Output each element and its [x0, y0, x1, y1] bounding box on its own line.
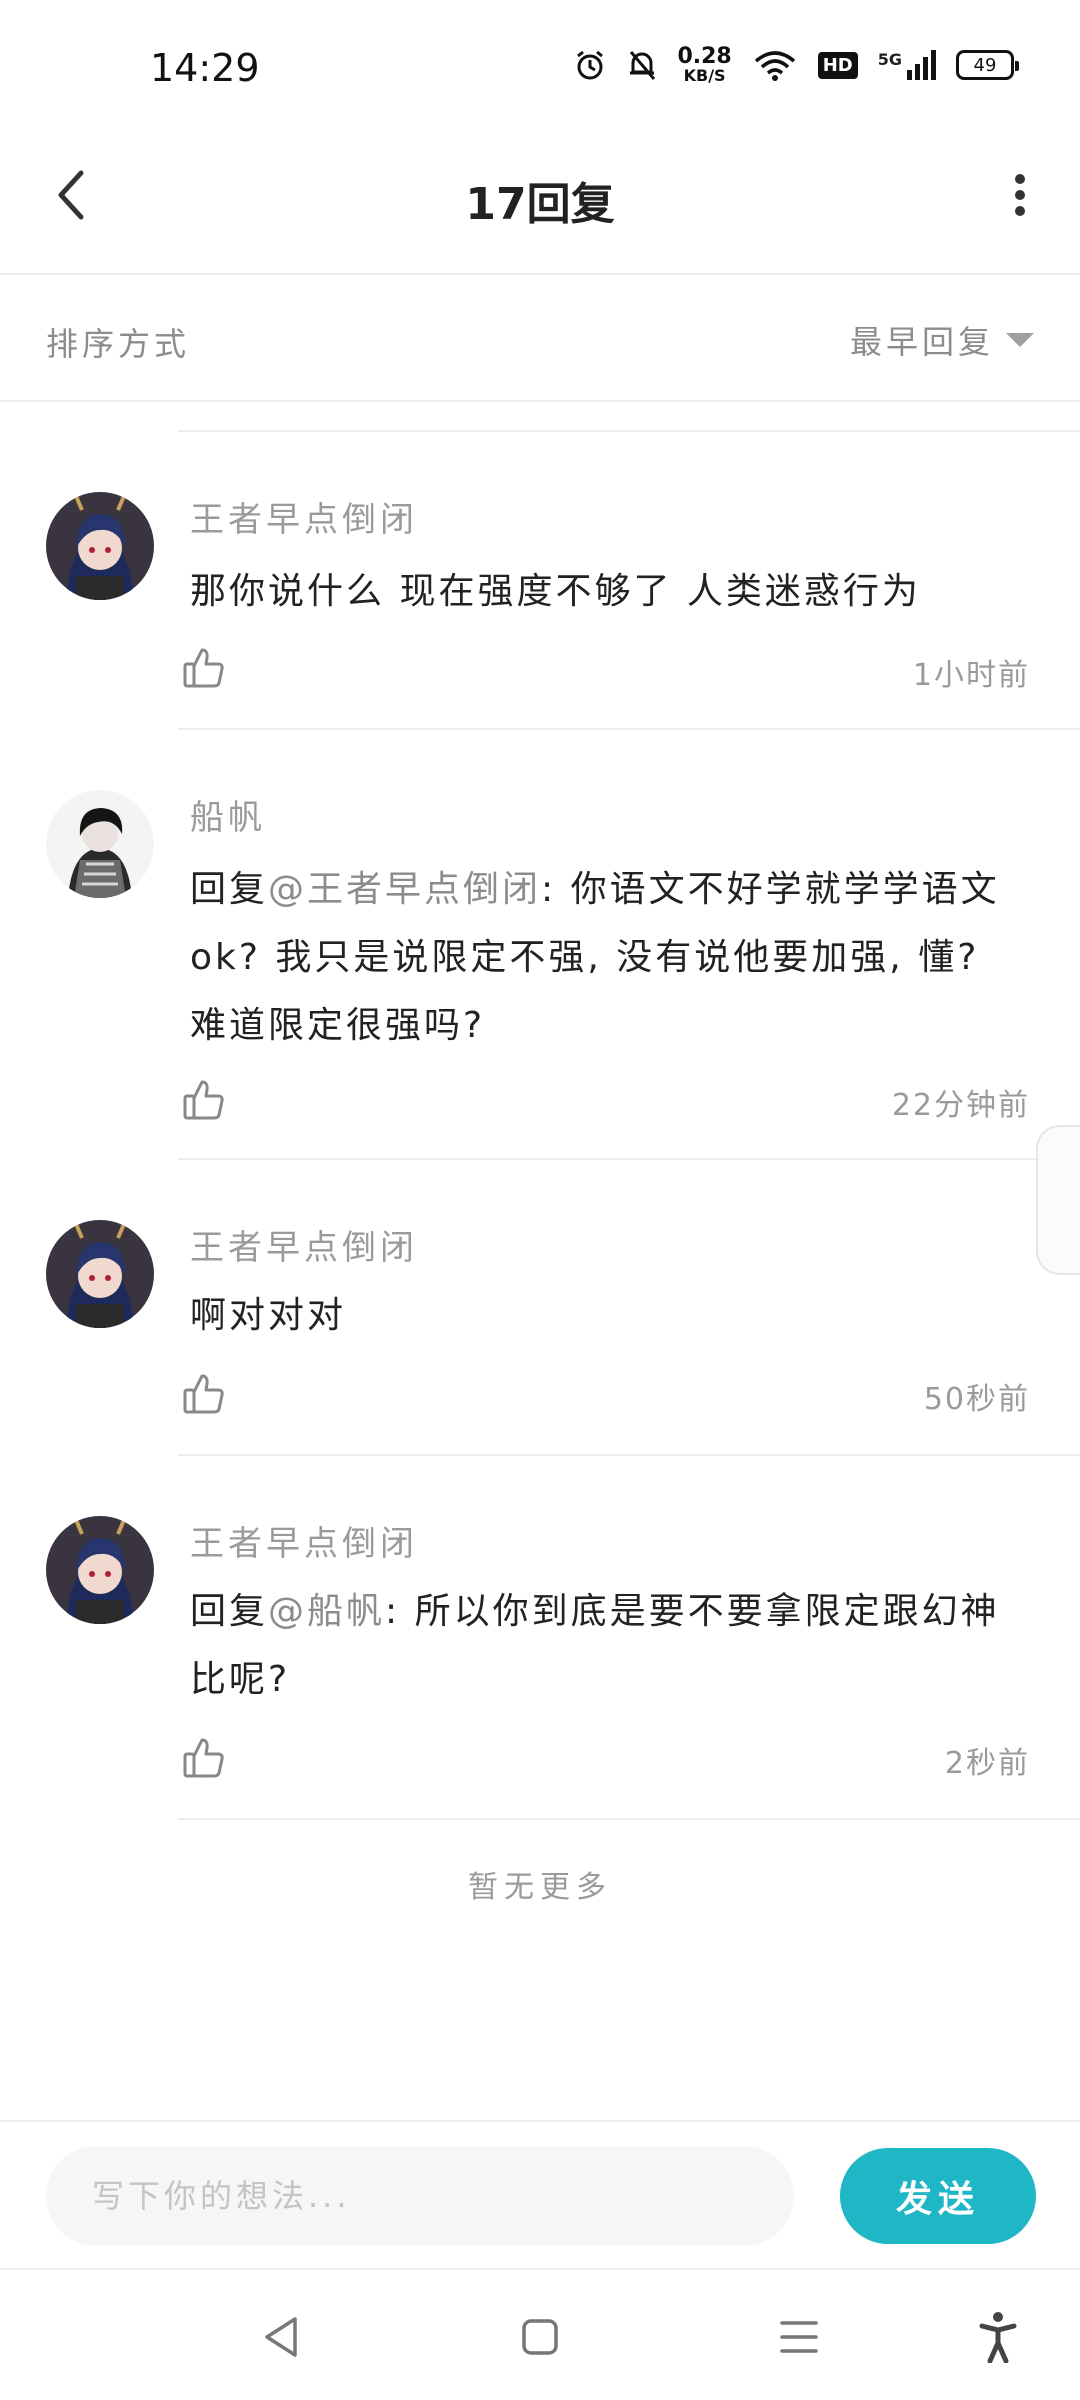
- page-title: 17回复: [465, 179, 615, 230]
- accessibility-icon: [979, 2312, 1017, 2363]
- alarm-icon: [573, 48, 607, 82]
- sort-dropdown[interactable]: 最早回复: [850, 317, 1034, 363]
- comment-text: 那你说什么 现在强度不够了 人类迷惑行为: [190, 558, 1030, 626]
- reply-prefix: 回复: [190, 869, 269, 910]
- comment-text: 回复@船帆: 所以你到底是要不要拿限定跟幻神比呢?: [190, 1578, 1030, 1714]
- comment-text: 啊对对对: [190, 1282, 1030, 1350]
- signal-5g-icon: 5G: [878, 50, 936, 80]
- battery-level: 49: [973, 54, 997, 76]
- more-vertical-icon: [1015, 174, 1025, 216]
- thumbs-up-icon: [183, 648, 224, 688]
- mention-link[interactable]: @王者早点倒闭: [268, 869, 541, 910]
- comment-username[interactable]: 王者早点倒闭: [190, 1516, 418, 1565]
- battery-icon: 49: [956, 50, 1019, 80]
- title-bar: 17回复: [0, 130, 1080, 275]
- status-bar: 14:29 0.28 KB/S HD 5G 49: [0, 0, 1080, 130]
- net-speed-value: 0.28: [677, 44, 732, 69]
- like-button[interactable]: [182, 1736, 230, 1784]
- nav-home-button[interactable]: [505, 2302, 575, 2372]
- no-more-text: 暂无更多: [468, 1870, 612, 1905]
- comment-body: 那你说什么 现在强度不够了 人类迷惑行为: [190, 571, 921, 612]
- status-icons: 0.28 KB/S HD 5G 49: [573, 46, 1019, 84]
- nav-back-button[interactable]: [246, 2302, 316, 2372]
- send-button[interactable]: 发送: [840, 2148, 1036, 2244]
- dropdown-triangle-icon: [1006, 333, 1034, 347]
- thumbs-up-icon: [183, 1080, 224, 1120]
- reply-prefix: 回复: [190, 1591, 269, 1632]
- comment-item: 王者早点倒闭 啊对对对 50秒前: [0, 1158, 1080, 1456]
- menu-lines-icon: [780, 2321, 818, 2353]
- comment-time: 1小时前: [912, 658, 1030, 693]
- comment-time: 22分钟前: [891, 1088, 1030, 1123]
- system-nav-bar: [0, 2272, 1080, 2400]
- hd-badge: HD: [817, 51, 858, 79]
- thumbs-up-icon: [183, 1738, 224, 1778]
- like-button[interactable]: [182, 646, 230, 694]
- mention-link[interactable]: @船帆: [268, 1591, 385, 1632]
- avatar[interactable]: [46, 492, 154, 600]
- triangle-back-icon: [265, 2317, 297, 2357]
- comment-item: 王者早点倒闭 回复@船帆: 所以你到底是要不要拿限定跟幻神比呢? 2秒前: [0, 1454, 1080, 1820]
- status-time: 14:29: [150, 46, 260, 90]
- sort-bar: 排序方式 最早回复: [0, 277, 1080, 402]
- comment-username[interactable]: 王者早点倒闭: [190, 1220, 418, 1269]
- like-button[interactable]: [182, 1078, 230, 1126]
- nav-accessibility-button[interactable]: [963, 2302, 1033, 2372]
- more-options-button[interactable]: [990, 160, 1050, 230]
- comment-item: 船帆 回复@王者早点倒闭: 你语文不好学就学学语文ok? 我只是说限定不强, 没…: [0, 728, 1080, 1160]
- square-home-icon: [522, 2319, 558, 2355]
- avatar[interactable]: [46, 790, 154, 898]
- comment-username[interactable]: 王者早点倒闭: [190, 492, 418, 541]
- comment-input[interactable]: [46, 2146, 794, 2246]
- thumbs-up-icon: [183, 1374, 224, 1414]
- comment-input-bar: 发送: [0, 2120, 1080, 2270]
- wifi-icon: [752, 49, 798, 81]
- avatar[interactable]: [46, 1220, 154, 1328]
- comment-username[interactable]: 船帆: [190, 790, 266, 839]
- avatar[interactable]: [46, 1516, 154, 1624]
- comment-time: 50秒前: [923, 1382, 1030, 1417]
- network-label: 5G: [877, 50, 902, 69]
- sort-selected-value: 最早回复: [849, 323, 994, 361]
- like-button[interactable]: [182, 1372, 230, 1420]
- comment-time: 2秒前: [944, 1746, 1030, 1781]
- comment-text: 回复@王者早点倒闭: 你语文不好学就学学语文ok? 我只是说限定不强, 没有说他…: [190, 856, 1030, 1060]
- mute-bell-icon: [627, 48, 657, 82]
- net-speed: 0.28 KB/S: [677, 46, 731, 84]
- sort-label: 排序方式: [46, 325, 191, 363]
- nav-menu-button[interactable]: [764, 2302, 834, 2372]
- comment-item: 王者早点倒闭 那你说什么 现在强度不够了 人类迷惑行为 1小时前: [0, 432, 1080, 730]
- divider: [178, 1818, 1080, 1820]
- comment-body: 啊对对对: [190, 1295, 347, 1336]
- net-speed-unit: KB/S: [683, 66, 726, 85]
